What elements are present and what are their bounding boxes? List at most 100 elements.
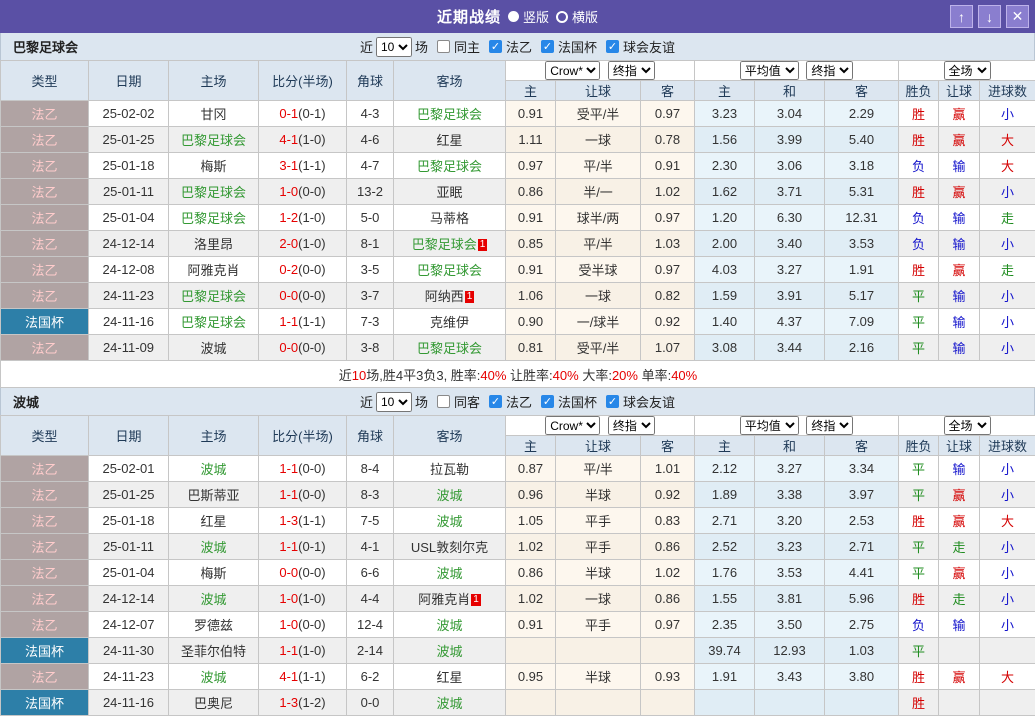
crow-away-odds: 0.78: [641, 127, 695, 153]
match-count-select[interactable]: 10: [376, 392, 412, 412]
summary-text: 近: [339, 368, 352, 383]
team-label: 巴黎足球会: [417, 159, 482, 174]
friendly-checkbox[interactable]: [606, 40, 619, 53]
fulltime-score: 1-1: [279, 461, 298, 476]
away-team-cell: 波城: [394, 508, 506, 534]
home-team-cell: 甘冈: [169, 101, 259, 127]
score-cell: 1-2(1-0): [259, 205, 347, 231]
scope-select[interactable]: 全场: [944, 61, 991, 80]
league2-checkbox[interactable]: [489, 395, 502, 408]
avg-home-odds: 2.30: [695, 153, 755, 179]
away-team-cell: 巴黎足球会1: [394, 231, 506, 257]
result-goals: 大: [980, 508, 1035, 534]
scroll-up-button[interactable]: ↑: [950, 5, 973, 28]
score-cell: 1-1(0-0): [259, 456, 347, 482]
match-row: 法乙25-01-04巴黎足球会1-2(1-0)5-0马蒂格0.91球半/两0.9…: [1, 205, 1035, 231]
crow-select-cell: Crow* 终指: [506, 416, 695, 436]
crow-handicap: 半球: [556, 482, 641, 508]
odds-time-select[interactable]: 终指: [608, 416, 655, 435]
crow-handicap: 球半/两: [556, 205, 641, 231]
same-away-checkbox[interactable]: [437, 395, 450, 408]
avg-home-odds: 2.00: [695, 231, 755, 257]
avg-home-odds: 1.20: [695, 205, 755, 231]
odds-source-select[interactable]: Crow*: [545, 416, 600, 435]
layout-radio-horizontal[interactable]: 横版: [556, 7, 598, 26]
league-cell: 法乙: [1, 586, 89, 612]
corners-cell: 12-4: [347, 612, 394, 638]
avg-time-select[interactable]: 终指: [806, 416, 853, 435]
summary-stat-value: 20%: [612, 368, 638, 383]
avg-source-select[interactable]: 平均值: [740, 416, 799, 435]
layout-radio-vertical[interactable]: 竖版: [508, 7, 549, 26]
crow-away-odds: [641, 638, 695, 664]
team-label: 巴黎足球会: [181, 211, 246, 226]
home-team-cell: 巴黎足球会: [169, 309, 259, 335]
avg-draw-odds: 12.93: [755, 638, 825, 664]
odds-time-select[interactable]: 终指: [608, 61, 655, 80]
fulltime-score: 1-1: [279, 314, 298, 329]
result-handicap: 赢: [939, 664, 980, 690]
score-cell: 0-0(0-0): [259, 560, 347, 586]
avg-draw-odds: 3.04: [755, 101, 825, 127]
corners-cell: 3-7: [347, 283, 394, 309]
match-row: 法乙25-02-01波城1-1(0-0)8-4拉瓦勒0.87平/半1.012.1…: [1, 456, 1035, 482]
avg-time-select[interactable]: 终指: [806, 61, 853, 80]
cup-checkbox[interactable]: [541, 40, 554, 53]
date-cell: 25-01-25: [89, 127, 169, 153]
halftime-score: (1-1): [298, 314, 325, 329]
close-button[interactable]: ✕: [1006, 5, 1029, 28]
crow-away-odds: [641, 690, 695, 716]
col-avg-draw: 和: [755, 436, 825, 456]
crow-away-odds: 0.97: [641, 612, 695, 638]
col-avg-away: 客: [825, 81, 899, 101]
match-count-select[interactable]: 10: [376, 37, 412, 57]
crow-away-odds: 1.03: [641, 231, 695, 257]
team-label: 红星: [436, 670, 462, 685]
same-home-checkbox[interactable]: [437, 40, 450, 53]
avg-away-odds: 1.91: [825, 257, 899, 283]
crow-home-odds: 1.11: [506, 127, 556, 153]
crow-away-odds: 0.93: [641, 664, 695, 690]
radio-selected-icon[interactable]: [508, 11, 519, 22]
match-row: 法乙25-02-02甘冈0-1(0-1)4-3巴黎足球会0.91受平/半0.97…: [1, 101, 1035, 127]
result-goals: 大: [980, 153, 1035, 179]
away-team-cell: USL敦刻尔克: [394, 534, 506, 560]
score-cell: 0-2(0-0): [259, 257, 347, 283]
team1-summary: 近10场,胜4平3负3, 胜率:40% 让胜率:40% 大率:20% 单率:40…: [1, 361, 1035, 388]
crow-away-odds: 0.92: [641, 309, 695, 335]
result-goals: 走: [980, 205, 1035, 231]
col-handicap-result: 让球: [939, 81, 980, 101]
away-team-cell: 巴黎足球会: [394, 101, 506, 127]
home-team-cell: 巴黎足球会: [169, 127, 259, 153]
avg-away-odds: 5.31: [825, 179, 899, 205]
league-cell: 法国杯: [1, 690, 89, 716]
cup-checkbox[interactable]: [541, 395, 554, 408]
date-cell: 25-01-25: [89, 482, 169, 508]
result-handicap: 走: [939, 534, 980, 560]
scope-select[interactable]: 全场: [944, 416, 991, 435]
league-cell: 法乙: [1, 335, 89, 361]
crow-handicap: 半/一: [556, 179, 641, 205]
crow-handicap: 平/半: [556, 456, 641, 482]
col-avg-away: 客: [825, 436, 899, 456]
league2-checkbox[interactable]: [489, 40, 502, 53]
match-row: 法乙24-12-14洛里昂2-0(1-0)8-1巴黎足球会10.85平/半1.0…: [1, 231, 1035, 257]
friendly-checkbox[interactable]: [606, 395, 619, 408]
result-goals: 小: [980, 283, 1035, 309]
result-winloss: 平: [899, 560, 939, 586]
col-crow-home: 主: [506, 81, 556, 101]
result-goals: 小: [980, 612, 1035, 638]
crow-home-odds: 0.86: [506, 179, 556, 205]
avg-source-select[interactable]: 平均值: [740, 61, 799, 80]
result-goals: 小: [980, 456, 1035, 482]
radio-unselected-icon[interactable]: [556, 11, 568, 23]
odds-source-select[interactable]: Crow*: [545, 61, 600, 80]
avg-home-odds: 39.74: [695, 638, 755, 664]
avg-draw-odds: 3.81: [755, 586, 825, 612]
team-label: 巴黎足球会: [412, 237, 477, 252]
date-cell: 24-11-23: [89, 283, 169, 309]
corners-cell: 7-5: [347, 508, 394, 534]
team1-results-table: 类型 日期 主场 比分(半场) 角球 客场 Crow* 终指 平均值 终指 全场…: [0, 60, 1035, 388]
avg-home-odds: 4.03: [695, 257, 755, 283]
scroll-down-button[interactable]: ↓: [978, 5, 1001, 28]
